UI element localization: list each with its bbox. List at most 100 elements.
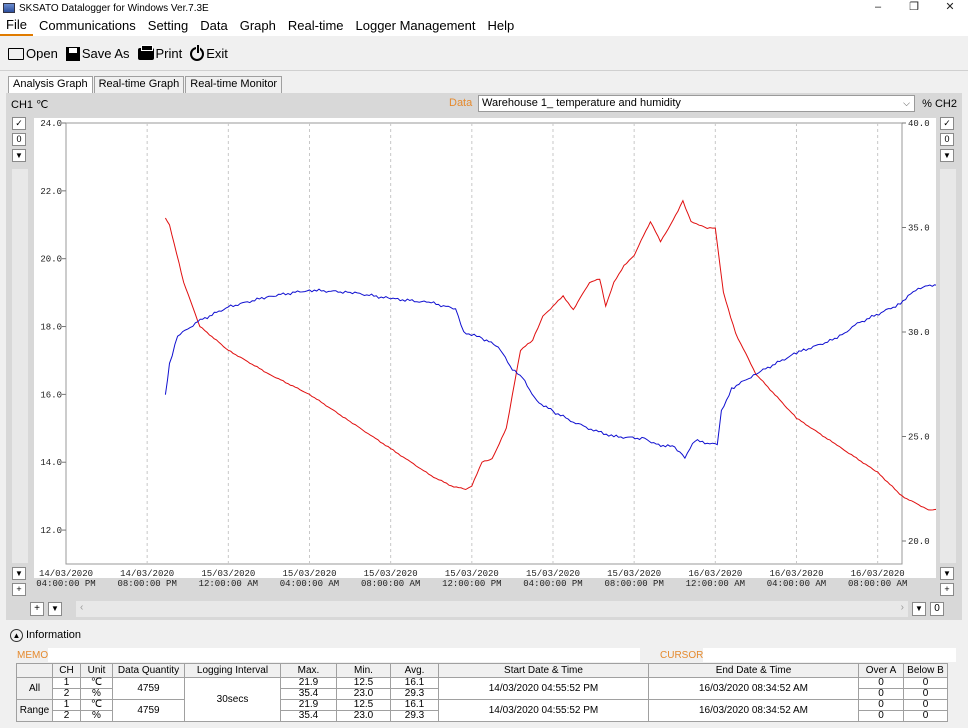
information-title: Information: [26, 629, 82, 641]
x-scroll-down-button[interactable]: ▼: [912, 602, 926, 616]
cell-max: 21.9: [280, 677, 337, 689]
x-tick-label: 15/03/2020: [282, 569, 336, 579]
power-icon: [190, 44, 205, 61]
memo-field[interactable]: [48, 648, 640, 662]
cell-ch: 1: [52, 699, 81, 711]
folder-icon: [8, 47, 24, 60]
table-header-row: CH Unit Data Quantity Logging Interval M…: [16, 663, 948, 678]
y1-tick-label: 20.0: [40, 255, 62, 265]
cell-over-a: 0: [858, 677, 904, 689]
save-icon: [65, 46, 80, 61]
right-axis-controls: ✓ 0 ▼: [940, 117, 956, 165]
header-end-date-time: End Date & Time: [648, 663, 859, 678]
x-tick-label: 04:00:00 AM: [767, 579, 826, 589]
cursor-label: CURSOR: [660, 650, 704, 661]
x-tick-label: 14/03/2020: [39, 569, 93, 579]
menu-graph[interactable]: Graph: [234, 17, 282, 35]
ch1-down-button[interactable]: ▼: [12, 567, 26, 580]
cell-data-quantity: 4759: [112, 699, 185, 722]
print-button[interactable]: Print: [137, 44, 182, 61]
right-vertical-scrollbar[interactable]: [940, 169, 956, 563]
menu-file[interactable]: File: [0, 16, 33, 36]
cell-min: 23.0: [336, 710, 391, 722]
x-tick-label: 04:00:00 AM: [280, 579, 339, 589]
printer-icon: [137, 44, 154, 60]
menu-data[interactable]: Data: [194, 17, 233, 35]
x-zero-button[interactable]: 0: [930, 602, 944, 616]
x-tick-label: 14/03/2020: [120, 569, 174, 579]
x-zoom-in-button[interactable]: +: [30, 602, 44, 616]
cell-min: 12.5: [336, 699, 391, 711]
information-table: CH Unit Data Quantity Logging Interval M…: [16, 663, 948, 722]
horizontal-controls: + ▼ ‹ › ▼ 0: [30, 601, 954, 617]
x-tick-label: 15/03/2020: [445, 569, 499, 579]
cell-unit: %: [80, 688, 113, 700]
cell-avg: 29.3: [390, 688, 439, 700]
cell-end: 16/03/2020 08:34:52 AM: [648, 699, 859, 722]
minimize-button[interactable]: –: [860, 0, 896, 16]
ch1-visible-checkbox[interactable]: ✓: [12, 117, 26, 130]
ch2-zero-button[interactable]: 0: [940, 133, 954, 146]
row-label-all: All: [16, 677, 53, 700]
close-button[interactable]: ✕: [932, 0, 968, 16]
exit-button[interactable]: Exit: [190, 44, 228, 61]
row-label-range: Range: [16, 699, 53, 722]
information-header[interactable]: ▲ Information: [10, 627, 81, 643]
cell-unit: %: [80, 710, 113, 722]
chart-area[interactable]: 14/03/2020 04:00:00 PM 14/03/2020 08:00:00 …: [34, 118, 968, 589]
cell-unit: ℃: [80, 699, 113, 711]
horizontal-scrollbar[interactable]: ‹ ›: [76, 601, 908, 617]
left-vertical-scrollbar[interactable]: [12, 169, 28, 563]
menu-communications[interactable]: Communications: [33, 17, 142, 35]
menu-setting[interactable]: Setting: [142, 17, 194, 35]
save-as-label: Save As: [81, 46, 130, 61]
ch2-scroll-down-button[interactable]: ▼: [940, 149, 954, 162]
cell-below-b: 0: [903, 688, 948, 700]
cell-min: 23.0: [336, 688, 391, 700]
open-button[interactable]: Open: [8, 46, 58, 61]
ch1-zero-button[interactable]: 0: [12, 133, 26, 146]
series-ch1-temperature-line: [164, 199, 968, 511]
cell-ch: 2: [52, 710, 81, 722]
header-ch: CH: [52, 663, 81, 678]
x-tick-label: 15/03/2020: [526, 569, 580, 579]
x-tick-label: 12:00:00 PM: [442, 579, 501, 589]
right-axis-controls-bottom: ▼ +: [940, 567, 956, 599]
cell-avg: 16.1: [390, 699, 439, 711]
y1-tick-label: 14.0: [40, 458, 62, 468]
menu-help[interactable]: Help: [481, 17, 520, 35]
data-select-value: Warehouse 1_ temperature and humidity: [482, 97, 681, 109]
ch1-scroll-down-button[interactable]: ▼: [12, 149, 26, 162]
app-icon: [3, 3, 15, 13]
x-down-button[interactable]: ▼: [48, 602, 62, 616]
menu-logger-management[interactable]: Logger Management: [350, 17, 482, 35]
menu-real-time[interactable]: Real-time: [282, 17, 350, 35]
ch2-plus-button[interactable]: +: [940, 583, 954, 596]
tab-analysis-graph[interactable]: Analysis Graph: [8, 76, 93, 93]
ch1-plus-button[interactable]: +: [12, 583, 26, 596]
chart-svg[interactable]: 14/03/202004:00:00 PM14/03/202008:00:00 …: [34, 118, 968, 602]
x-tick-label: 04:00:00 PM: [36, 579, 95, 589]
restore-button[interactable]: ❐: [896, 0, 932, 16]
collapse-icon[interactable]: ▲: [10, 628, 23, 642]
ch2-down-button[interactable]: ▼: [940, 567, 954, 580]
header-min: Min.: [336, 663, 391, 678]
x-tick-label: 04:00:00 PM: [523, 579, 582, 589]
cell-start: 14/03/2020 04:55:52 PM: [438, 677, 649, 700]
tab-real-time-monitor[interactable]: Real-time Monitor: [185, 76, 283, 93]
header-avg: Avg.: [390, 663, 439, 678]
y2-tick-label: 30.0: [908, 328, 930, 338]
save-as-button[interactable]: Save As: [65, 46, 130, 61]
x-tick-label: 15/03/2020: [607, 569, 661, 579]
cell-logging-interval: 30secs: [184, 677, 281, 722]
x-tick-label: 16/03/2020: [851, 569, 905, 579]
x-tick-label: 08:00:00 PM: [117, 579, 176, 589]
open-label: Open: [26, 46, 58, 61]
information-panel: ▲ Information MEMO CURSOR CH Unit Data Q…: [6, 625, 962, 728]
header-unit: Unit: [80, 663, 113, 678]
data-select[interactable]: Warehouse 1_ temperature and humidity ⌵: [478, 95, 915, 112]
y2-tick-label: 25.0: [908, 433, 930, 443]
ch2-visible-checkbox[interactable]: ✓: [940, 117, 954, 130]
cell-below-b: 0: [903, 677, 948, 689]
tab-real-time-graph[interactable]: Real-time Graph: [93, 76, 185, 93]
